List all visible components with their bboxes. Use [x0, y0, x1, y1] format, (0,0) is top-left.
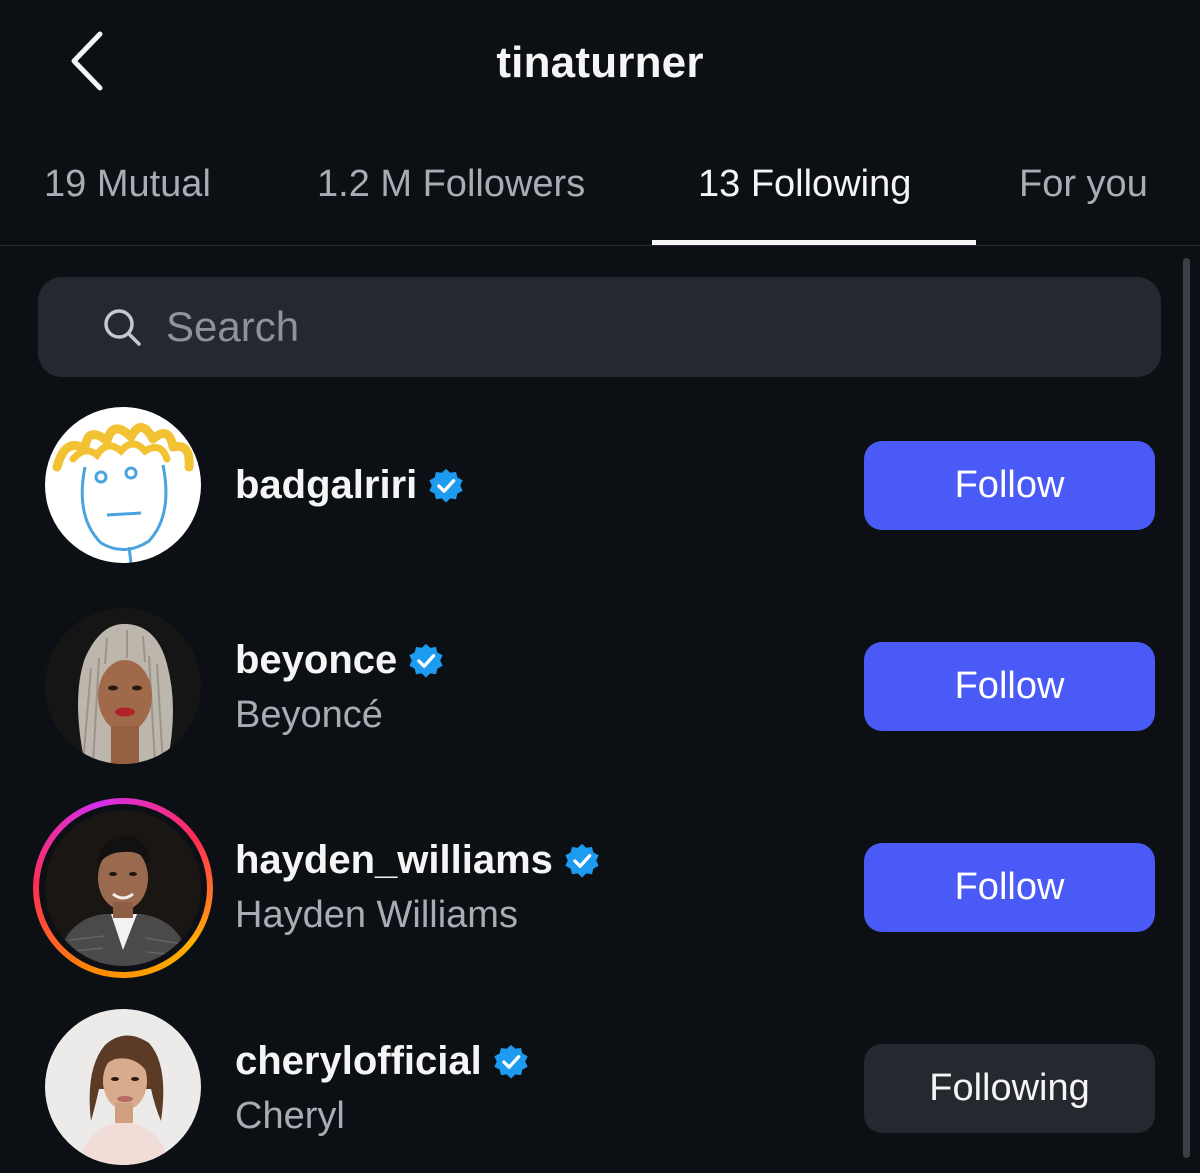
- follow-button[interactable]: Follow: [864, 441, 1155, 530]
- full-name: Cheryl: [235, 1095, 345, 1137]
- username[interactable]: hayden_williams: [235, 838, 601, 883]
- list-item[interactable]: cherylofficial Cheryl Following: [0, 1002, 1200, 1172]
- list-item[interactable]: hayden_williams Hayden Williams Follow: [0, 798, 1200, 978]
- list-item[interactable]: badgalriri Follow: [0, 400, 1200, 570]
- search-bar[interactable]: [38, 277, 1161, 377]
- avatar[interactable]: [45, 407, 201, 563]
- tab-mutual[interactable]: 19 Mutual: [44, 163, 211, 206]
- tab-bar: 19 Mutual 1.2 M Followers 13 Following F…: [0, 125, 1200, 246]
- avatar-image: [45, 810, 201, 966]
- username[interactable]: badgalriri: [235, 463, 465, 508]
- verified-badge-icon: [494, 1044, 528, 1079]
- tab-for-you[interactable]: For you: [1019, 163, 1148, 206]
- username[interactable]: beyonce: [235, 638, 445, 683]
- story-ring[interactable]: [33, 798, 213, 978]
- username-text: cherylofficial: [235, 1039, 482, 1083]
- search-input[interactable]: [166, 297, 1066, 357]
- avatar[interactable]: [45, 810, 201, 966]
- username-text: badgalriri: [235, 463, 418, 507]
- avatar-image: [45, 608, 201, 764]
- username-text: hayden_williams: [235, 838, 553, 882]
- verified-badge-icon: [409, 643, 443, 678]
- username[interactable]: cherylofficial: [235, 1039, 530, 1084]
- header: tinaturner: [0, 0, 1200, 125]
- username-text: beyonce: [235, 638, 398, 682]
- list-item[interactable]: beyonce Beyoncé Follow: [0, 601, 1200, 771]
- avatar-image: [45, 1009, 201, 1165]
- following-button[interactable]: Following: [864, 1044, 1155, 1133]
- page-title: tinaturner: [496, 38, 704, 87]
- search-icon: [104, 309, 141, 346]
- avatar[interactable]: [45, 1009, 201, 1165]
- following-screen: tinaturner 19 Mutual 1.2 M Followers 13 …: [0, 0, 1200, 1173]
- tab-following[interactable]: 13 Following: [698, 163, 911, 206]
- follow-button[interactable]: Follow: [864, 642, 1155, 731]
- full-name: Hayden Williams: [235, 894, 518, 936]
- verified-badge-icon: [429, 468, 463, 503]
- avatar[interactable]: [45, 608, 201, 764]
- verified-badge-icon: [565, 843, 599, 878]
- avatar-image: [45, 407, 201, 563]
- full-name: Beyoncé: [235, 694, 383, 736]
- follow-button[interactable]: Follow: [864, 843, 1155, 932]
- active-tab-indicator: [652, 240, 976, 245]
- tab-followers[interactable]: 1.2 M Followers: [317, 163, 585, 206]
